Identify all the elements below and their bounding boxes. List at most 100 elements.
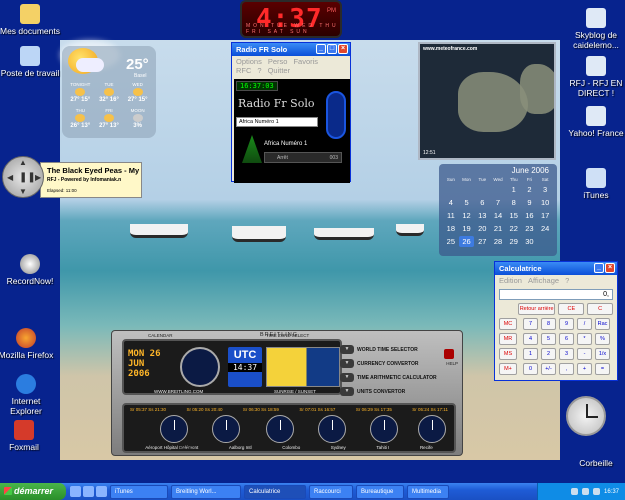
menu-world-time-selector[interactable]: ▼ WORLD TIME SELECTOR: [340, 343, 460, 356]
calendar-day[interactable]: 22: [506, 223, 522, 234]
calendar-day[interactable]: 5: [459, 197, 475, 208]
calendar-day[interactable]: 14: [490, 210, 506, 221]
calendar-day[interactable]: 23: [522, 223, 538, 234]
pause-icon[interactable]: ❚❚: [19, 172, 36, 183]
menu-options[interactable]: Options: [236, 57, 262, 66]
calendar-day[interactable]: 24: [537, 223, 553, 234]
calculator-window[interactable]: Calculatrice _ × Edition Affichage ? 0, …: [494, 261, 618, 381]
close-button[interactable]: ×: [338, 44, 348, 54]
calendar-day[interactable]: 16: [522, 210, 538, 221]
window-titlebar[interactable]: Calculatrice _ ×: [495, 262, 617, 275]
calc-key-button[interactable]: 6: [559, 333, 574, 345]
calc-ce-button[interactable]: CE: [558, 303, 585, 315]
calc-key-button[interactable]: 7: [523, 318, 538, 330]
calc-c-button[interactable]: C: [587, 303, 614, 315]
menu-help[interactable]: ?: [565, 276, 569, 285]
volume-up-icon[interactable]: ▲: [19, 158, 27, 167]
taskbar-item-multimedia[interactable]: Multimedia: [407, 484, 449, 499]
city-name[interactable]: Tahiti I: [376, 445, 389, 450]
calc-key-button[interactable]: %: [595, 333, 610, 345]
desktop-icon-corbeille[interactable]: Corbeille: [566, 458, 625, 468]
calc-key-button[interactable]: 1/x: [595, 348, 610, 360]
desktop-icon-itunes[interactable]: iTunes: [566, 168, 625, 200]
calc-key-button[interactable]: ,: [559, 363, 574, 375]
calendar-day[interactable]: 10: [537, 197, 553, 208]
media-player-widget[interactable]: ▲ ◀ ❚❚ ▶ ▼: [2, 156, 44, 198]
radio-window[interactable]: Radio FR Solo _ □ × Options Perso Favori…: [231, 42, 351, 183]
show-desktop-icon[interactable]: [83, 486, 94, 497]
breitling-world-time-widget[interactable]: BREITLING MON 26 JUN 2006 UTC 14:37 CALE…: [111, 330, 463, 456]
calendar-day[interactable]: 4: [443, 197, 459, 208]
calc-key-button[interactable]: 9: [559, 318, 574, 330]
calendar-day[interactable]: 11: [443, 210, 459, 221]
taskbar-item-itunes[interactable]: iTunes: [110, 484, 168, 499]
next-icon[interactable]: ▶: [35, 173, 41, 182]
calendar-day[interactable]: 29: [506, 236, 522, 247]
calendar-day[interactable]: 2: [522, 184, 538, 195]
desktop-icon-yahoo[interactable]: Yahoo! France: [566, 106, 625, 138]
calendar-day[interactable]: 20: [474, 223, 490, 234]
taskbar-item-calculatrice[interactable]: Calculatrice: [244, 484, 306, 499]
satellite-map-widget[interactable]: www.meteofrance.com 12:51: [418, 42, 556, 160]
calendar-day[interactable]: 19: [459, 223, 475, 234]
analog-clock-widget[interactable]: [566, 396, 606, 436]
calendar-day[interactable]: 25: [443, 236, 459, 247]
minimize-button[interactable]: _: [316, 44, 326, 54]
calendar-day[interactable]: 21: [490, 223, 506, 234]
calendar-day[interactable]: 18: [443, 223, 459, 234]
calc-key-button[interactable]: Rac: [595, 318, 610, 330]
tray-icon[interactable]: [592, 488, 600, 495]
calc-key-button[interactable]: 3: [559, 348, 574, 360]
menu-affichage[interactable]: Affichage: [528, 276, 559, 285]
city-name[interactable]: Aalborg Intl: [229, 445, 252, 450]
menu-perso[interactable]: Perso: [268, 57, 288, 66]
city-name[interactable]: Recife: [420, 445, 433, 450]
calendar-day[interactable]: 15: [506, 210, 522, 221]
calendar-day[interactable]: 17: [537, 210, 553, 221]
volume-down-icon[interactable]: ▼: [19, 187, 27, 196]
desktop-icon-poste-de-travail[interactable]: Poste de travail: [0, 46, 60, 78]
calc-key-button[interactable]: +: [577, 363, 592, 375]
station-select[interactable]: Africa Numéro 1: [236, 117, 318, 127]
calc-key-button[interactable]: MR: [499, 333, 517, 345]
calendar-day[interactable]: 27: [474, 236, 490, 247]
calc-key-button[interactable]: 1: [523, 348, 538, 360]
menu-quitter[interactable]: Quitter: [268, 66, 291, 75]
menu-units-convertor[interactable]: ▼ UNITS CONVERTOR: [340, 385, 460, 398]
calc-key-button[interactable]: -: [577, 348, 592, 360]
calc-key-button[interactable]: 5: [541, 333, 556, 345]
previous-icon[interactable]: ◀: [7, 173, 13, 182]
ie-icon[interactable]: [70, 486, 81, 497]
taskbar-item-raccourci[interactable]: Raccourci: [309, 484, 353, 499]
tray-icon[interactable]: [570, 488, 578, 495]
calendar-day[interactable]: 26: [458, 236, 475, 247]
calendar-day[interactable]: 6: [474, 197, 490, 208]
city-name[interactable]: Colombo: [282, 445, 300, 450]
desktop-icon-mozilla-firefox[interactable]: Mozilla Firefox: [0, 328, 56, 360]
minimize-button[interactable]: _: [594, 263, 604, 273]
calendar-day[interactable]: 1: [506, 184, 522, 195]
calc-key-button[interactable]: =: [595, 363, 610, 375]
calendar-day[interactable]: 3: [537, 184, 553, 195]
window-titlebar[interactable]: Radio FR Solo _ □ ×: [232, 43, 350, 56]
calc-key-button[interactable]: MC: [499, 318, 517, 330]
firefox-icon[interactable]: [96, 486, 107, 497]
desktop-icon-foxmail[interactable]: Foxmail: [0, 420, 54, 452]
calendar-day[interactable]: 30: [522, 236, 538, 247]
calendar-day[interactable]: 13: [474, 210, 490, 221]
desktop-icon-mes-documents[interactable]: Mes documents: [0, 4, 60, 36]
calc-key-button[interactable]: *: [577, 333, 592, 345]
calc-key-button[interactable]: MS: [499, 348, 517, 360]
desktop-icon-skyblog[interactable]: Skyblog de caidelemo...: [566, 8, 625, 50]
menu-rfc[interactable]: RFC: [236, 66, 251, 75]
digital-clock-widget[interactable]: 4:37 PM MON TUE WED THU FRI SAT SUN: [240, 0, 342, 38]
city-name[interactable]: Sydney: [331, 445, 346, 450]
calc-key-button[interactable]: 0: [523, 363, 538, 375]
calendar-day[interactable]: 12: [459, 210, 475, 221]
tray-icon[interactable]: [581, 488, 589, 495]
taskbar-item-breitling[interactable]: Breitling Worl...: [171, 484, 241, 499]
menu-favoris[interactable]: Favoris: [293, 57, 318, 66]
calendar-day[interactable]: 7: [490, 197, 506, 208]
calendar-day[interactable]: 28: [490, 236, 506, 247]
menu-help[interactable]: ?: [257, 66, 261, 75]
